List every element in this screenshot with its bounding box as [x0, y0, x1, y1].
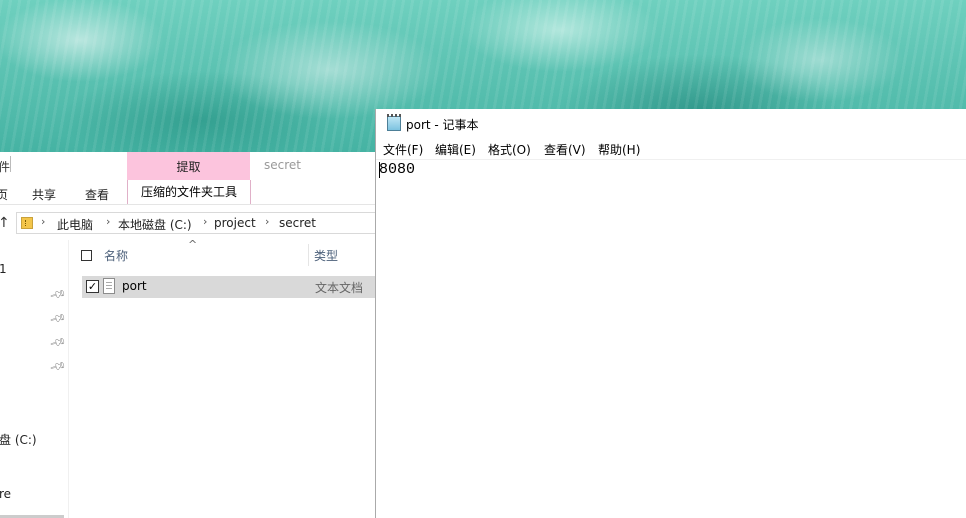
tab-page[interactable]: 页 [0, 186, 8, 203]
address-input[interactable]: › 此电脑 › 本地磁盘 (C:) › project › secret [16, 212, 376, 234]
tab-share[interactable]: 共享 [32, 186, 56, 203]
chevron-right-icon[interactable]: › [265, 215, 269, 228]
file-list: ^ 名称 类型 ✓ port 文本文档 [69, 238, 376, 518]
pin-icon[interactable]: 📌︎ [49, 309, 68, 327]
menu-view[interactable]: 查看(V) [544, 141, 586, 158]
menu-help[interactable]: 帮助(H) [598, 141, 640, 158]
menu-bar: 文件(F) 编辑(E) 格式(O) 查看(V) 帮助(H) [376, 139, 966, 160]
chevron-right-icon[interactable]: › [106, 215, 110, 228]
sort-ascending-icon: ^ [188, 238, 198, 251]
text-file-icon [103, 278, 115, 294]
text-editor-content[interactable]: 8080 [379, 161, 415, 178]
menu-format[interactable]: 格式(O) [488, 141, 531, 158]
breadcrumb-project[interactable]: project [214, 216, 256, 230]
breadcrumb-this-pc[interactable]: 此电脑 [57, 216, 93, 233]
zip-folder-icon [21, 217, 33, 229]
ribbon-divider [10, 156, 11, 172]
window-title: port - 记事本 [406, 118, 479, 132]
file-row[interactable]: ✓ port 文本文档 [82, 276, 376, 298]
pin-icon[interactable]: 📌︎ [49, 333, 68, 351]
address-bar: ↑ › 此电脑 › 本地磁盘 (C:) › project › secret [0, 208, 376, 238]
file-explorer-window: 件 提取 secret 页 共享 查看 压缩的文件夹工具 ↑ › 此电脑 › 本… [0, 152, 376, 518]
breadcrumb-secret[interactable]: secret [279, 216, 316, 230]
tab-view[interactable]: 查看 [85, 186, 109, 203]
chevron-right-icon[interactable]: › [41, 215, 45, 228]
menu-edit[interactable]: 编辑(E) [435, 141, 476, 158]
column-divider[interactable] [308, 244, 309, 266]
up-arrow-icon[interactable]: ↑ [0, 215, 10, 231]
ribbon-context-title: secret [264, 158, 301, 172]
ribbon: 件 提取 secret 页 共享 查看 压缩的文件夹工具 [0, 152, 376, 205]
file-name: port [122, 279, 147, 293]
column-header-type[interactable]: 类型 [314, 247, 338, 264]
nav-item-quick-access[interactable]: 1 [0, 262, 7, 276]
select-all-checkbox[interactable] [81, 250, 92, 261]
tab-compressed-folder-tools[interactable]: 压缩的文件夹工具 [127, 180, 251, 204]
notepad-titlebar[interactable]: port - 记事本 [376, 109, 966, 139]
navigation-pane: 1 📌︎ 📌︎ 📌︎ 📌︎ 盘 (C:) re [0, 240, 69, 518]
file-type: 文本文档 [315, 281, 364, 295]
column-header-name[interactable]: 名称 [104, 247, 128, 264]
ribbon-cut-label: 件 [0, 160, 11, 174]
pin-icon[interactable]: 📌︎ [49, 285, 68, 303]
notepad-icon [387, 114, 401, 131]
text-cursor [379, 162, 380, 178]
breadcrumb-local-disk[interactable]: 本地磁盘 (C:) [118, 216, 192, 233]
row-checkbox[interactable]: ✓ [86, 280, 99, 293]
tab-extract[interactable]: 提取 [127, 152, 250, 180]
nav-item-local-disk[interactable]: 盘 (C:) [0, 431, 37, 448]
chevron-right-icon[interactable]: › [203, 215, 207, 228]
notepad-window: port - 记事本 文件(F) 编辑(E) 格式(O) 查看(V) 帮助(H)… [375, 109, 966, 518]
menu-file[interactable]: 文件(F) [383, 141, 423, 158]
nav-item-other[interactable]: re [0, 487, 11, 501]
pin-icon[interactable]: 📌︎ [49, 357, 68, 375]
